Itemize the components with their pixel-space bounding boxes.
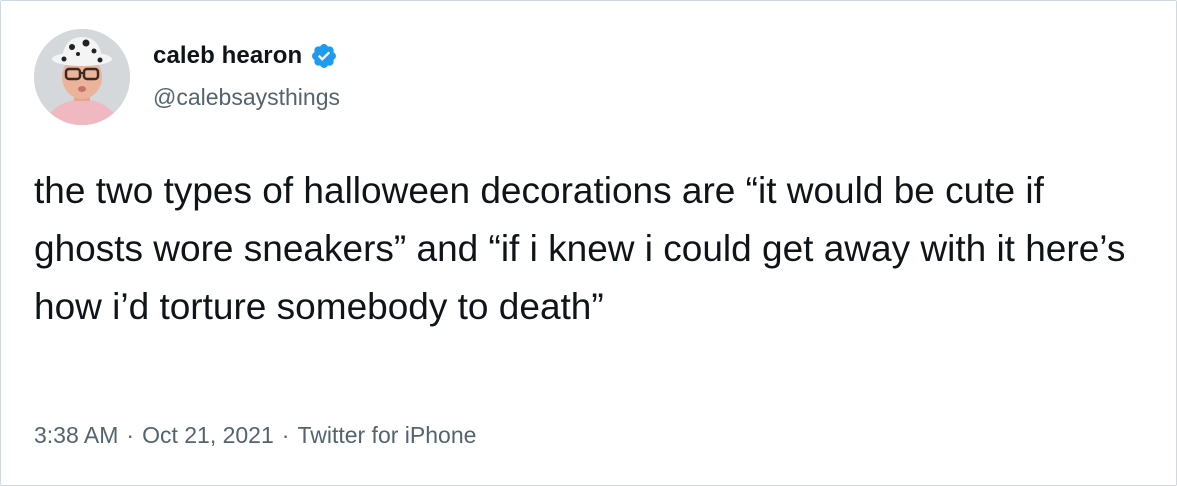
avatar[interactable] xyxy=(34,29,130,125)
tweet-time[interactable]: 3:38 AM xyxy=(34,422,118,449)
tweet-source[interactable]: Twitter for iPhone xyxy=(297,422,476,449)
tweet-text: the two types of halloween decorations a… xyxy=(34,170,1126,327)
author-name[interactable]: caleb hearon xyxy=(153,42,302,70)
author-name-row: caleb hearon xyxy=(153,42,338,70)
verified-badge-icon xyxy=(312,44,337,68)
meta-separator: · xyxy=(126,422,135,448)
tweet-meta: 3:38 AM · Oct 21, 2021 · Twitter for iPh… xyxy=(34,422,476,449)
tweet-date[interactable]: Oct 21, 2021 xyxy=(142,422,274,449)
tweet-card: caleb hearon @calebsaysthings the two ty… xyxy=(0,0,1177,486)
author-handle[interactable]: @calebsaysthings xyxy=(153,84,340,111)
avatar-image xyxy=(34,29,130,125)
meta-separator: · xyxy=(281,422,290,448)
